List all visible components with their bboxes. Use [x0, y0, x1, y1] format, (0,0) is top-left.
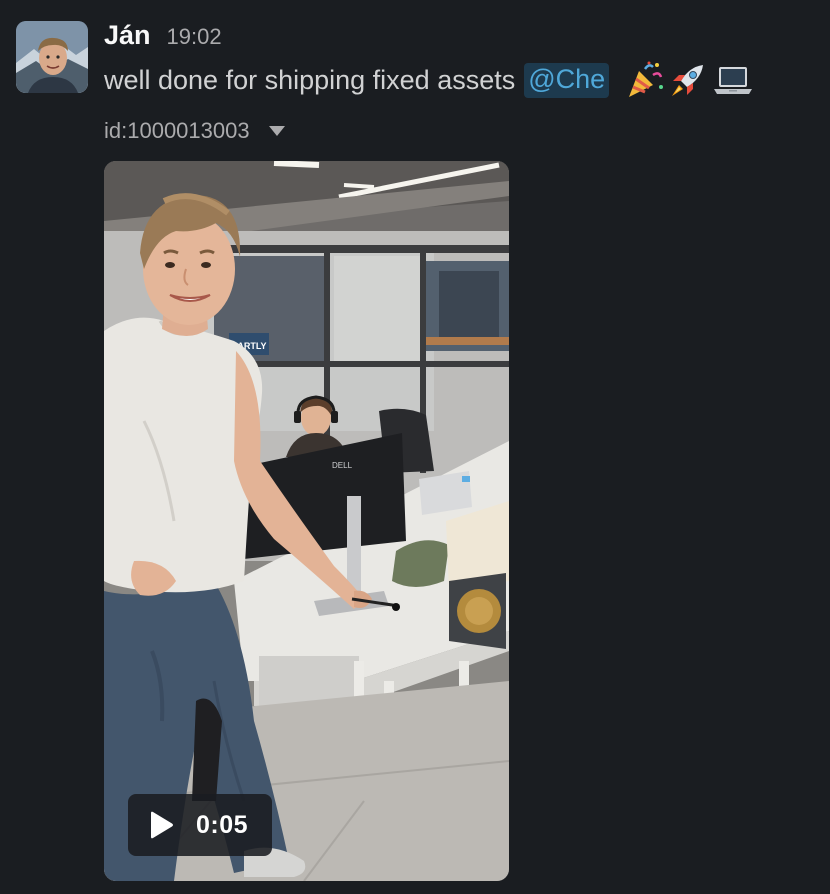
- message-text: well done for shipping fixed assets @Che: [104, 58, 755, 102]
- author-name[interactable]: Ján: [104, 20, 151, 51]
- caret-down-icon: [268, 126, 285, 136]
- play-icon: [148, 811, 174, 839]
- video-duration: 0:05: [196, 810, 249, 839]
- file-id: id:1000013003: [104, 118, 250, 143]
- user-mention[interactable]: @Che: [524, 62, 610, 98]
- laptop-icon: [711, 59, 755, 101]
- video-player[interactable]: PARTLY DELL 0:05: [104, 161, 509, 881]
- emoji-group: [623, 59, 755, 101]
- timestamp[interactable]: 19:02: [167, 24, 222, 50]
- play-button[interactable]: 0:05: [128, 794, 272, 856]
- party-popper-icon: [623, 59, 665, 101]
- avatar[interactable]: [16, 21, 88, 93]
- monitor-brand: DELL: [332, 461, 353, 470]
- rocket-icon: [667, 59, 709, 101]
- message-header: Ján 19:02: [104, 20, 222, 54]
- message: Ján 19:02 well done for shipping fixed a…: [0, 0, 830, 894]
- message-body: well done for shipping fixed assets: [104, 64, 516, 95]
- collapse-toggle[interactable]: [266, 120, 288, 142]
- file-meta: id:1000013003: [104, 116, 288, 146]
- video-thumbnail: PARTLY DELL: [104, 161, 509, 881]
